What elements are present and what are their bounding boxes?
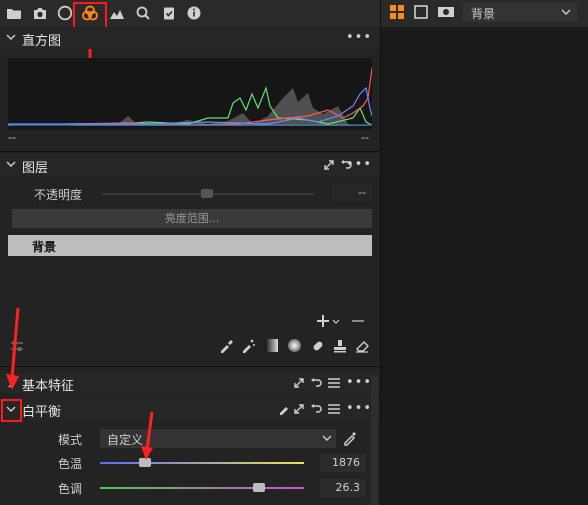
divider — [0, 151, 380, 152]
scrollbar[interactable] — [371, 375, 378, 505]
histogram-header[interactable]: 直方图 ••• — [0, 27, 380, 49]
basic-characteristics-header[interactable]: 基本特征 ••• — [0, 372, 380, 394]
temperature-value[interactable]: 1876 — [320, 454, 366, 472]
eye-icon[interactable] — [437, 4, 455, 20]
camera-icon[interactable] — [32, 5, 48, 21]
basic-characteristics-title: 基本特征 — [22, 379, 75, 394]
layer-name: 背景 — [32, 240, 57, 254]
histogram-graph — [7, 58, 373, 130]
chevron-down-icon[interactable] — [332, 318, 340, 326]
more-icon[interactable]: ••• — [346, 375, 372, 390]
reset-icon[interactable] — [310, 403, 322, 415]
gradient-icon[interactable] — [265, 339, 278, 352]
more-icon[interactable]: ••• — [346, 401, 372, 416]
left-tool-panel: 直方图 ••• -- -- 图层 ••• 不透明度 -- 亮度范围... 背景 — [0, 0, 380, 505]
remove-layer-icon[interactable] — [351, 314, 365, 328]
tint-slider[interactable] — [100, 487, 304, 489]
info-icon[interactable] — [186, 5, 202, 21]
heal-icon[interactable] — [310, 338, 326, 354]
histogram-left-value: -- — [8, 131, 16, 144]
tint-label: 色调 — [58, 482, 83, 496]
clipboard-check-icon[interactable] — [161, 5, 177, 21]
opacity-slider-thumb[interactable] — [201, 189, 213, 198]
list-icon[interactable] — [328, 378, 340, 388]
mountain-icon[interactable] — [109, 5, 125, 21]
expand-icon[interactable] — [294, 404, 304, 414]
right-panel: 背景 — [380, 0, 588, 505]
histogram-title: 直方图 — [22, 34, 62, 49]
brush-icon[interactable] — [218, 338, 234, 354]
layer-select-value: 背景 — [471, 7, 496, 21]
arrow-down-annotation — [6, 307, 20, 390]
stamp-icon[interactable] — [332, 338, 348, 354]
search-icon[interactable] — [135, 5, 151, 21]
layers-title: 图层 — [22, 161, 49, 176]
highlight-box-wb-chevron — [1, 399, 22, 422]
mode-select-value: 自定义 — [107, 433, 144, 447]
viewer-toolbar: 背景 — [381, 0, 588, 27]
eraser-icon[interactable] — [354, 338, 370, 354]
expand-icon[interactable] — [294, 378, 304, 388]
luminance-range-button[interactable]: 亮度范围... — [12, 209, 372, 228]
layer-select[interactable]: 背景 — [463, 3, 577, 22]
circle-icon[interactable] — [57, 5, 73, 21]
arrow-down-annotation — [141, 411, 154, 460]
chevron-down-icon[interactable] — [6, 32, 16, 42]
tint-slider-thumb[interactable] — [253, 483, 266, 492]
white-balance-title: 白平衡 — [22, 405, 62, 420]
opacity-label: 不透明度 — [34, 188, 83, 202]
chevron-down-icon — [322, 435, 332, 441]
add-layer-icon[interactable] — [316, 314, 330, 328]
magic-brush-icon[interactable] — [240, 338, 256, 354]
expand-icon[interactable] — [324, 160, 334, 170]
mode-label: 模式 — [58, 433, 83, 447]
white-balance-header[interactable]: 白平衡 ••• — [0, 398, 380, 420]
histogram-right-value: -- — [361, 131, 369, 144]
single-view-icon[interactable] — [413, 4, 429, 20]
radial-gradient-icon[interactable] — [288, 339, 301, 352]
eyedropper-icon[interactable] — [342, 430, 358, 446]
folder-icon[interactable] — [6, 5, 22, 21]
more-icon[interactable]: ••• — [346, 157, 372, 172]
grid-view-icon[interactable] — [389, 4, 405, 20]
temperature-label: 色温 — [58, 457, 83, 471]
layer-row-background[interactable]: 背景 — [8, 235, 372, 256]
tint-value[interactable]: 26.3 — [320, 479, 366, 497]
list-icon[interactable] — [328, 404, 340, 414]
tool-tabs-bar — [0, 0, 380, 28]
opacity-value[interactable]: -- — [332, 184, 372, 202]
chevron-down-icon — [561, 9, 571, 15]
layers-header[interactable]: 图层 ••• — [0, 154, 380, 176]
more-icon[interactable]: ••• — [346, 30, 372, 45]
chevron-down-icon[interactable] — [6, 159, 16, 169]
temperature-slider[interactable] — [100, 462, 304, 464]
picker-icon[interactable] — [278, 403, 290, 415]
reset-icon[interactable] — [310, 377, 322, 389]
divider — [0, 366, 380, 367]
mode-select[interactable]: 自定义 — [100, 429, 336, 448]
